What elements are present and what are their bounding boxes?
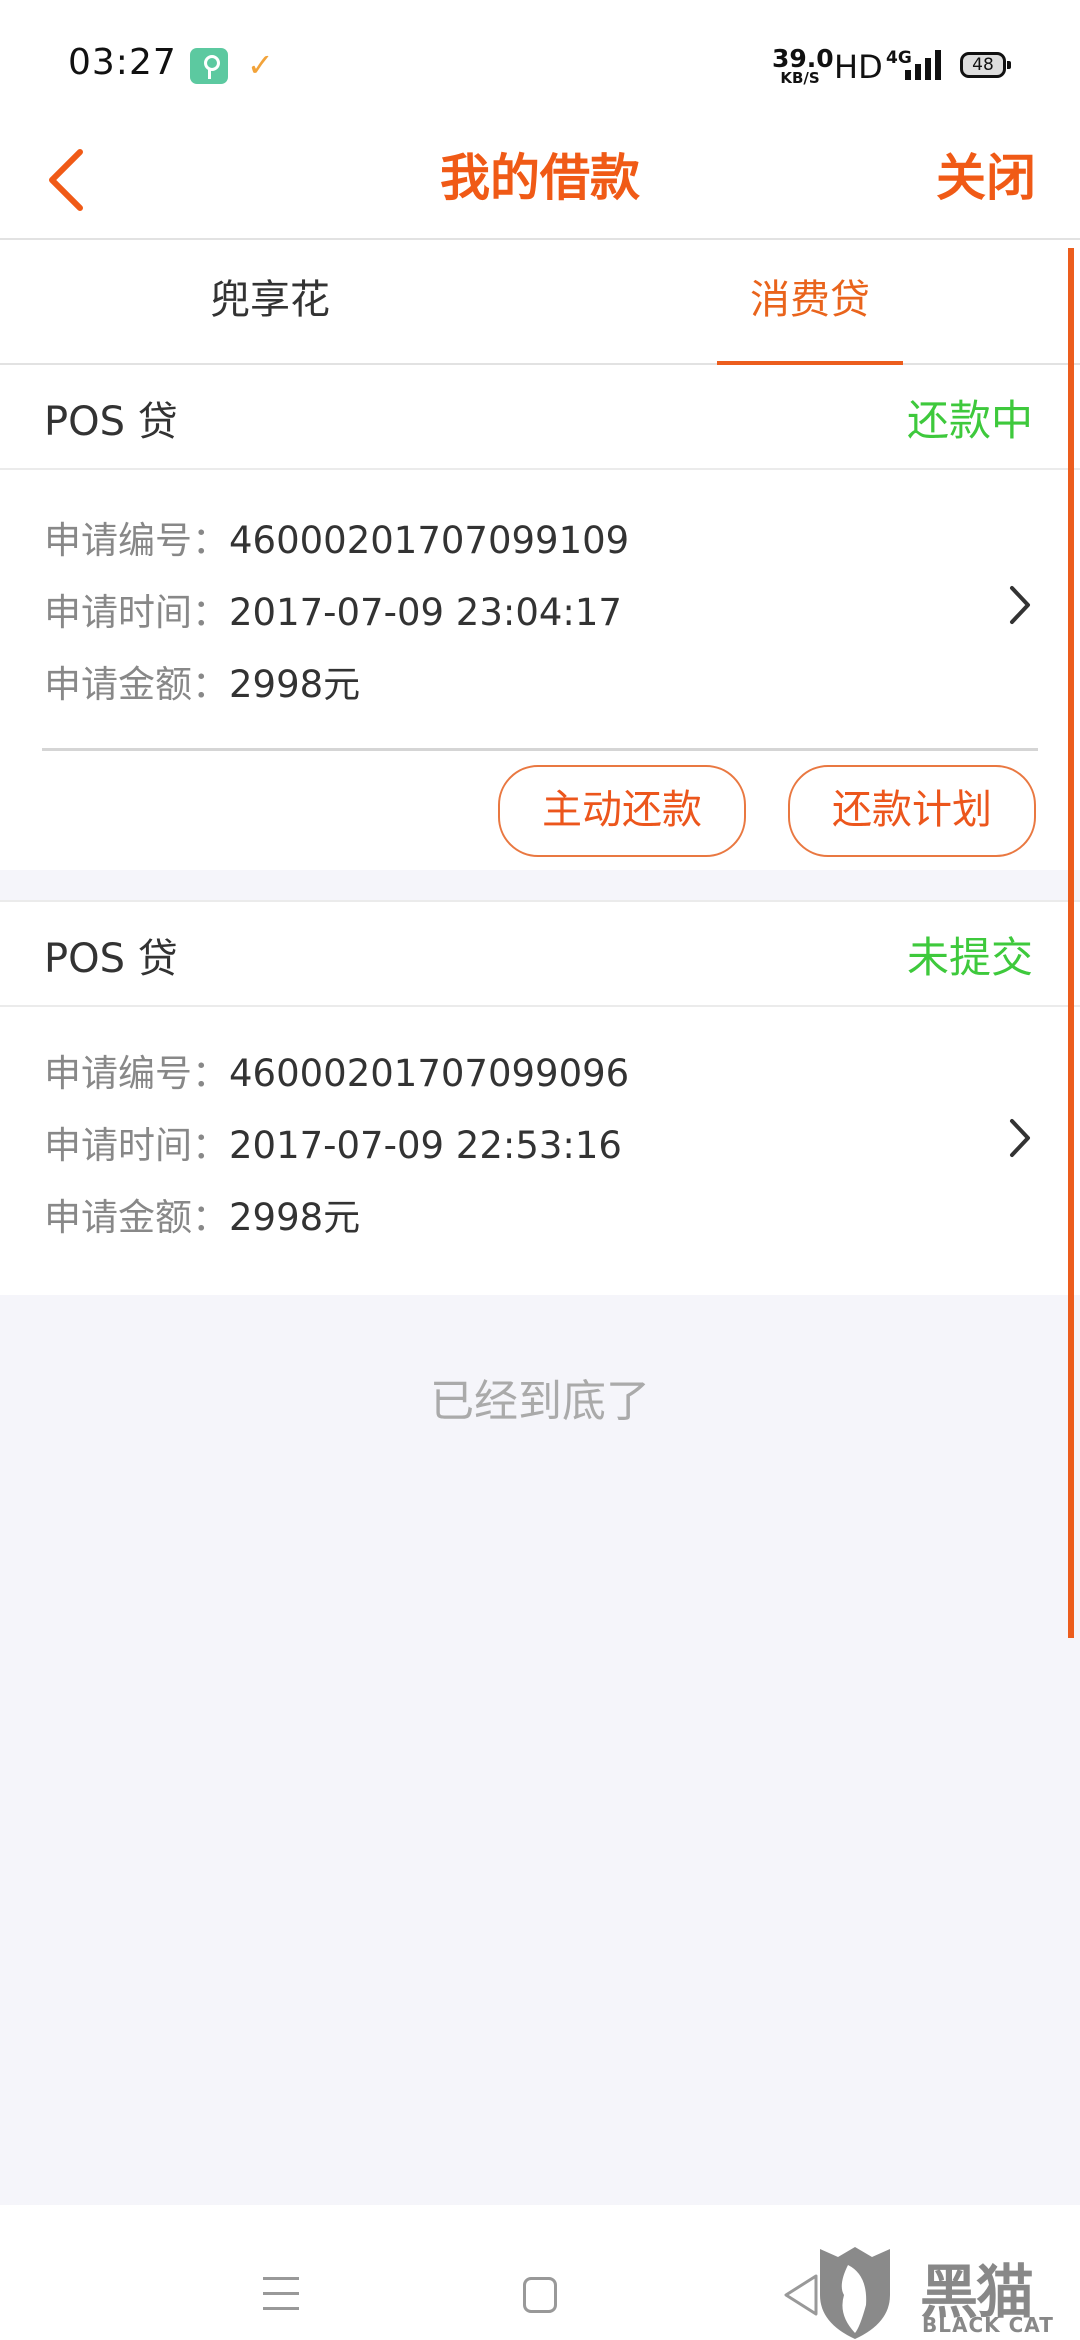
field-label: 申请金额 [44, 663, 192, 706]
field-value: 2998元 [229, 663, 361, 706]
field-value: 2017-07-09 22:53:16 [229, 1124, 622, 1167]
signal-icon [905, 50, 945, 80]
loan-card-body[interactable]: 申请编号：46000201707099109 申请时间：2017-07-09 2… [0, 470, 1080, 870]
field-label: 申请时间 [44, 1124, 192, 1167]
page-title: 我的借款 [440, 149, 640, 207]
field-label: 申请编号 [44, 1052, 192, 1095]
field-sep: ： [192, 1124, 229, 1167]
field-sep: ： [192, 663, 229, 706]
tab-bar: 兜享花 消费贷 [0, 240, 1080, 367]
loan-status: 还款中 [906, 396, 1033, 445]
application-time: 申请时间：2017-07-09 23:04:17 [44, 582, 622, 636]
field-sep: ： [192, 1196, 229, 1239]
field-sep: ： [192, 519, 229, 562]
application-number: 申请编号：46000201707099109 [44, 510, 629, 564]
chevron-right-icon[interactable] [1000, 1113, 1040, 1163]
repay-now-button[interactable]: 主动还款 [498, 765, 746, 857]
status-bar: 03:27 ✓ 39.0 KB/S HD 4G 48 [0, 0, 1080, 130]
loan-card: POS 贷 还款中 申请编号：46000201707099109 申请时间：20… [0, 365, 1080, 870]
field-label: 申请金额 [44, 1196, 192, 1239]
watermark: 黑猫 BLACK CAT [808, 2245, 1080, 2340]
loan-card-header: POS 贷 未提交 [0, 902, 1080, 1007]
card-divider [42, 748, 1038, 751]
tab-consumer-loan[interactable]: 消费贷 [540, 240, 1080, 367]
network-speed: 39.0 KB/S [772, 44, 834, 87]
field-label: 申请编号 [44, 519, 192, 562]
black-cat-logo-icon [820, 2247, 890, 2339]
loan-type: POS 贷 [44, 399, 178, 445]
field-label: 申请时间 [44, 591, 192, 634]
status-time: 03:27 [68, 42, 177, 83]
list-end-text: 已经到底了 [430, 1376, 650, 1427]
network-speed-value: 39.0 [772, 44, 834, 73]
field-value: 2998元 [229, 1196, 361, 1239]
application-amount: 申请金额：2998元 [44, 654, 360, 708]
field-sep: ： [192, 1052, 229, 1095]
loan-type: POS 贷 [44, 936, 178, 982]
application-amount: 申请金额：2998元 [44, 1187, 360, 1241]
battery-icon: 48 [960, 52, 1011, 78]
loan-card: POS 贷 未提交 申请编号：46000201707099096 申请时间：20… [0, 900, 1080, 1295]
network-speed-unit: KB/S [780, 69, 820, 87]
tab-douxianghua[interactable]: 兜享花 [0, 240, 540, 365]
field-value: 2017-07-09 23:04:17 [229, 591, 622, 634]
home-button[interactable] [523, 2277, 557, 2313]
scrollbar[interactable] [1068, 248, 1074, 1638]
loan-card-header: POS 贷 还款中 [0, 365, 1080, 470]
field-value: 46000201707099109 [229, 519, 630, 562]
field-sep: ： [192, 591, 229, 634]
key-notification-icon [190, 48, 228, 84]
nav-bar: 我的借款 关闭 [0, 130, 1080, 240]
hd-indicator: HD [834, 48, 883, 86]
check-notification-icon: ✓ [247, 46, 274, 84]
repayment-plan-button[interactable]: 还款计划 [788, 765, 1036, 857]
loan-card-body[interactable]: 申请编号：46000201707099096 申请时间：2017-07-09 2… [0, 1007, 1080, 1297]
field-value: 46000201707099096 [229, 1052, 630, 1095]
loan-status: 未提交 [906, 933, 1033, 982]
application-time: 申请时间：2017-07-09 22:53:16 [44, 1115, 622, 1169]
watermark-en: BLACK CAT [922, 2313, 1054, 2337]
chevron-right-icon[interactable] [1000, 580, 1040, 630]
system-nav-bar: 黑猫 BLACK CAT [0, 2205, 1080, 2340]
close-button[interactable]: 关闭 [936, 138, 1036, 210]
recent-apps-button[interactable] [263, 2277, 299, 2311]
application-number: 申请编号：46000201707099096 [44, 1043, 629, 1097]
